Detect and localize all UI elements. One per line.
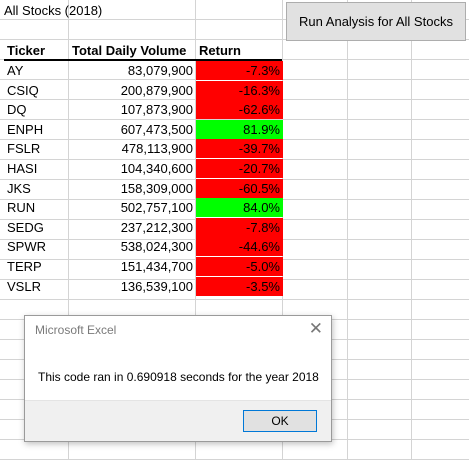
ticker-cell[interactable]: RUN <box>5 198 37 217</box>
ticker-cell[interactable]: JKS <box>5 179 33 198</box>
table-row: VSLR 136,539,100 -3.5% <box>0 276 469 297</box>
ticker-cell[interactable]: ENPH <box>5 120 45 139</box>
ticker-cell[interactable]: VSLR <box>5 277 43 296</box>
volume-cell[interactable]: 104,340,600 <box>70 159 195 178</box>
dialog-footer: OK <box>25 400 331 441</box>
ticker-cell[interactable]: CSIQ <box>5 81 41 100</box>
ticker-cell[interactable]: SPWR <box>5 237 48 256</box>
volume-cell[interactable]: 136,539,100 <box>70 277 195 296</box>
ticker-cell[interactable]: FSLR <box>5 139 42 158</box>
table-row: TERP 151,434,700 -5.0% <box>0 257 469 277</box>
ticker-cell[interactable]: TERP <box>5 257 44 276</box>
header-ticker[interactable]: Ticker <box>5 41 47 60</box>
return-cell[interactable]: 84.0% <box>196 198 283 218</box>
table-row: SPWR 538,024,300 -44.6% <box>0 237 469 257</box>
table-row: CSIQ 200,879,900 -16.3% <box>0 80 469 101</box>
volume-cell[interactable]: 83,079,900 <box>70 61 195 80</box>
run-analysis-button[interactable]: Run Analysis for All Stocks <box>286 2 466 41</box>
ticker-cell[interactable]: AY <box>5 61 25 80</box>
return-cell[interactable]: -7.8% <box>196 217 283 237</box>
header-return[interactable]: Return <box>197 41 243 60</box>
volume-cell[interactable]: 607,473,500 <box>70 120 195 139</box>
volume-cell[interactable]: 478,113,900 <box>70 139 195 158</box>
return-cell[interactable]: -5.0% <box>196 257 283 276</box>
return-cell[interactable]: -39.7% <box>196 139 283 159</box>
volume-cell[interactable]: 237,212,300 <box>70 218 195 237</box>
volume-cell[interactable]: 502,757,100 <box>70 198 195 217</box>
return-cell[interactable]: -16.3% <box>196 80 283 100</box>
ticker-cell[interactable]: SEDG <box>5 218 46 237</box>
ok-button[interactable]: OK <box>243 410 317 432</box>
return-cell[interactable]: -3.5% <box>196 276 283 296</box>
return-cell[interactable]: -44.6% <box>196 237 283 257</box>
table-row: JKS 158,309,000 -60.5% <box>0 178 469 199</box>
table-row: HASI 104,340,600 -20.7% <box>0 159 469 179</box>
ticker-cell[interactable]: DQ <box>5 100 29 119</box>
return-cell[interactable]: -60.5% <box>196 178 283 198</box>
return-cell[interactable]: -7.3% <box>196 61 283 80</box>
close-icon[interactable]: ✕ <box>309 319 323 339</box>
header-total-daily-volume[interactable]: Total Daily Volume <box>70 41 188 60</box>
table-row: SEDG 237,212,300 -7.8% <box>0 217 469 238</box>
return-cell[interactable]: 81.9% <box>196 119 283 139</box>
volume-cell[interactable]: 200,879,900 <box>70 81 195 100</box>
volume-cell[interactable]: 151,434,700 <box>70 257 195 276</box>
sheet-title-cell[interactable]: All Stocks (2018) <box>2 1 104 20</box>
table-row: AY 83,079,900 -7.3% <box>0 61 469 81</box>
table-row: FSLR 478,113,900 -39.7% <box>0 139 469 159</box>
return-cell[interactable]: -20.7% <box>196 159 283 178</box>
table-row: RUN 502,757,100 84.0% <box>0 198 469 218</box>
volume-cell[interactable]: 538,024,300 <box>70 237 195 256</box>
dialog-title: Microsoft Excel <box>35 323 117 337</box>
volume-cell[interactable]: 107,873,900 <box>70 100 195 119</box>
ticker-cell[interactable]: HASI <box>5 159 39 178</box>
table-row: DQ 107,873,900 -62.6% <box>0 100 469 120</box>
table-row: ENPH 607,473,500 81.9% <box>0 119 469 140</box>
message-dialog: Microsoft Excel ✕ This code ran in 0.690… <box>24 315 332 442</box>
return-cell[interactable]: -62.6% <box>196 100 283 120</box>
volume-cell[interactable]: 158,309,000 <box>70 179 195 198</box>
dialog-message: This code ran in 0.690918 seconds for th… <box>38 370 319 384</box>
